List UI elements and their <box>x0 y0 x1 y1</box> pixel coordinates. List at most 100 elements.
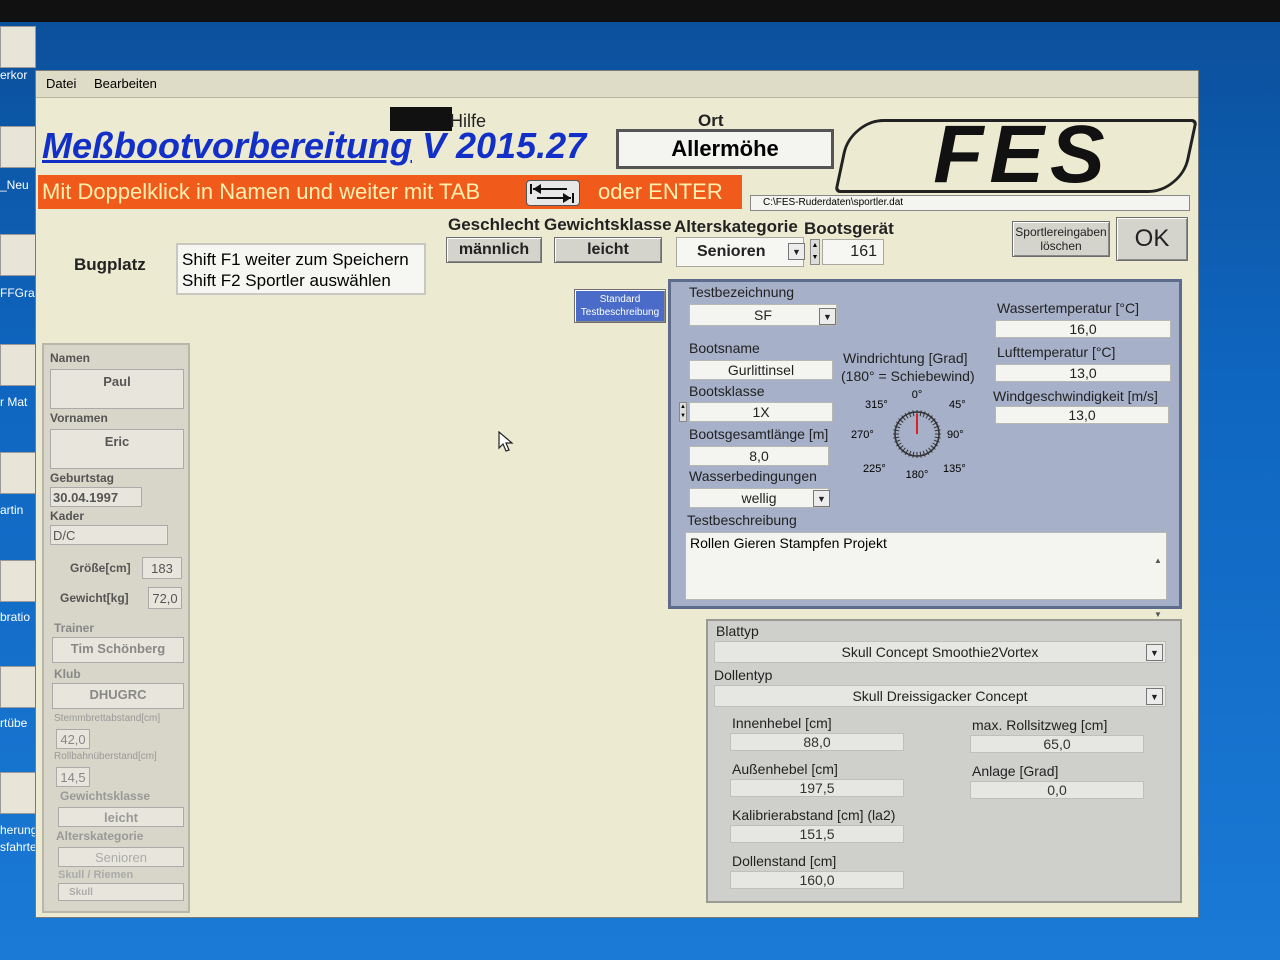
bootsklasse-spinner-icon[interactable]: ▲ ▼ <box>679 402 687 422</box>
vornamen-field[interactable]: Eric <box>50 429 184 469</box>
dollenstand-field[interactable]: 160,0 <box>730 871 904 889</box>
hint-line-1: Shift F1 weiter zum Speichern <box>182 250 409 269</box>
dollentyp-select[interactable]: Skull Dreissigacker Concept <box>714 685 1166 707</box>
bootslaenge-label: Bootsgesamtlänge [m] <box>689 426 829 442</box>
dollentyp-label: Dollentyp <box>714 667 773 683</box>
wasserbedingungen-dropdown-icon[interactable]: ▼ <box>813 490 830 507</box>
compass-tick <box>912 410 915 417</box>
geburtstag-label: Geburtstag <box>50 471 115 485</box>
trainer-field[interactable]: Tim Schönberg <box>52 637 184 663</box>
clear-label-1: Sportlereingaben <box>1015 225 1107 239</box>
desktop-icon[interactable] <box>0 666 36 708</box>
skull-field[interactable]: Skull <box>58 883 184 901</box>
gewichtsklasse-field[interactable]: leicht <box>58 807 184 827</box>
bootsklasse-field[interactable]: 1X <box>689 402 833 422</box>
desktop-icon-label: rtübe <box>0 716 28 730</box>
standard-testbeschreibung-button[interactable]: Standard Testbeschreibung <box>574 289 666 323</box>
stemmbrett-field[interactable]: 42,0 <box>56 729 90 749</box>
standard-label-1: Standard <box>599 294 641 305</box>
alterskategorie-label: Alterskategorie <box>674 217 798 236</box>
mouse-cursor-icon <box>498 430 514 458</box>
anlage-label: Anlage [Grad] <box>972 763 1059 779</box>
hint-line-2: Shift F2 Sportler auswählen <box>182 271 391 290</box>
file-path-field[interactable]: C:\FES-Ruderdaten\sportler.dat <box>750 195 1190 211</box>
testbeschreibung-textarea[interactable]: Rollen Gieren Stampfen Projekt <box>685 532 1167 600</box>
test-panel: Testbezeichnung SF ▼ Bootsname Gurlittin… <box>668 279 1182 619</box>
compass-icon: 0° 45° 90° 135° 180° 225° 270° 315° <box>851 389 966 481</box>
desktop-icon[interactable] <box>0 560 36 602</box>
rollbahn-field[interactable]: 14,5 <box>56 767 90 787</box>
desktop-icon-label: herung <box>0 823 38 837</box>
desktop-icon-label: sfahrte <box>0 840 37 854</box>
geburtstag-field[interactable]: 30.04.1997 <box>50 487 142 507</box>
menu-datei[interactable]: Datei <box>46 76 76 91</box>
alterskategorie-select[interactable]: Senioren <box>676 237 804 267</box>
compass-e: 90° <box>947 429 964 441</box>
windgeschw-label: Windgeschwindigkeit [m/s] <box>993 388 1158 404</box>
bootsname-label: Bootsname <box>689 340 760 356</box>
gewicht-label: Gewicht[kg] <box>60 591 129 605</box>
banner-text-1: Mit Doppelklick in Namen und weiter mit … <box>42 179 481 204</box>
testbezeichnung-dropdown-icon[interactable]: ▼ <box>819 308 836 325</box>
testbezeichnung-select[interactable]: SF <box>689 304 837 326</box>
textarea-scrollbar[interactable]: ▲ ▼ <box>1151 534 1165 619</box>
ok-button[interactable]: OK <box>1116 217 1188 261</box>
fes-logo: FES <box>933 109 1111 200</box>
desktop-icon[interactable] <box>0 234 36 276</box>
compass-tick <box>934 436 941 439</box>
stemmbrett-label: Stemmbrettabstand[cm] <box>54 713 161 724</box>
desktop-icon[interactable] <box>0 772 36 814</box>
dollentyp-dropdown-icon[interactable]: ▼ <box>1146 688 1163 705</box>
innenhebel-label: Innenhebel [cm] <box>732 715 832 731</box>
compass-tick <box>919 451 922 458</box>
geschlecht-button[interactable]: männlich <box>446 237 542 263</box>
compass-tick <box>919 410 922 417</box>
clear-athlete-button[interactable]: Sportlereingaben löschen <box>1012 221 1110 257</box>
menu-bearbeiten[interactable]: Bearbeiten <box>94 76 157 91</box>
wasserbedingungen-select[interactable]: wellig <box>689 488 829 508</box>
compass-s: 180° <box>906 469 929 480</box>
gewichtsklasse-button[interactable]: leicht <box>554 237 662 263</box>
alterskategorie-dropdown-icon[interactable]: ▼ <box>788 243 805 260</box>
alterskategorie-field[interactable]: Senioren <box>58 847 184 867</box>
compass-n: 0° <box>912 389 923 401</box>
ort-input[interactable]: Allermöhe <box>616 129 834 169</box>
bootsgeraet-spinner-icon[interactable]: ▲ ▼ <box>810 239 820 265</box>
wassertemp-field[interactable]: 16,0 <box>995 320 1171 338</box>
namen-field[interactable]: Paul <box>50 369 184 409</box>
testbezeichnung-label: Testbezeichnung <box>689 284 795 300</box>
rollsitz-field[interactable]: 65,0 <box>970 735 1144 753</box>
wasserbedingungen-label: Wasserbedingungen <box>689 468 817 484</box>
aussenhebel-field[interactable]: 197,5 <box>730 779 904 797</box>
standard-label-2: Testbeschreibung <box>580 307 660 318</box>
vornamen-label: Vornamen <box>50 411 108 425</box>
anlage-field[interactable]: 0,0 <box>970 781 1144 799</box>
lufttemp-field[interactable]: 13,0 <box>995 364 1171 382</box>
compass-se: 135° <box>943 463 966 475</box>
skull-label: Skull / Riemen <box>58 869 134 881</box>
kader-field[interactable]: D/C <box>50 525 168 545</box>
desktop-icon-label: _Neu <box>0 178 29 192</box>
bootsname-field[interactable]: Gurlittinsel <box>689 360 833 380</box>
kalibrier-field[interactable]: 151,5 <box>730 825 904 843</box>
kader-label: Kader <box>50 509 85 523</box>
desktop-icon[interactable] <box>0 126 36 168</box>
windgeschw-field[interactable]: 13,0 <box>995 406 1169 424</box>
bootslaenge-field[interactable]: 8,0 <box>689 446 829 466</box>
klub-field[interactable]: DHUGRC <box>52 683 184 709</box>
wassertemp-label: Wassertemperatur [°C] <box>997 300 1140 316</box>
clear-label-2: löschen <box>1040 239 1082 253</box>
blattyp-dropdown-icon[interactable]: ▼ <box>1146 644 1163 661</box>
desktop-icon[interactable] <box>0 26 36 68</box>
blattyp-select[interactable]: Skull Concept Smoothie2Vortex <box>714 641 1166 663</box>
gewicht-field[interactable]: 72,0 <box>148 587 182 609</box>
desktop-icon[interactable] <box>0 344 36 386</box>
bootsgeraet-input[interactable]: 161 <box>822 239 884 265</box>
monitor-bezel <box>0 0 1280 22</box>
wind-direction-dial[interactable]: 0° 45° 90° 135° 180° 225° 270° 315° <box>847 386 987 481</box>
groesse-field[interactable]: 183 <box>142 557 182 579</box>
desktop-icon[interactable] <box>0 452 36 494</box>
innenhebel-field[interactable]: 88,0 <box>730 733 904 751</box>
compass-nw: 315° <box>865 399 888 411</box>
desktop-icon-label: FFGra <box>0 286 35 300</box>
